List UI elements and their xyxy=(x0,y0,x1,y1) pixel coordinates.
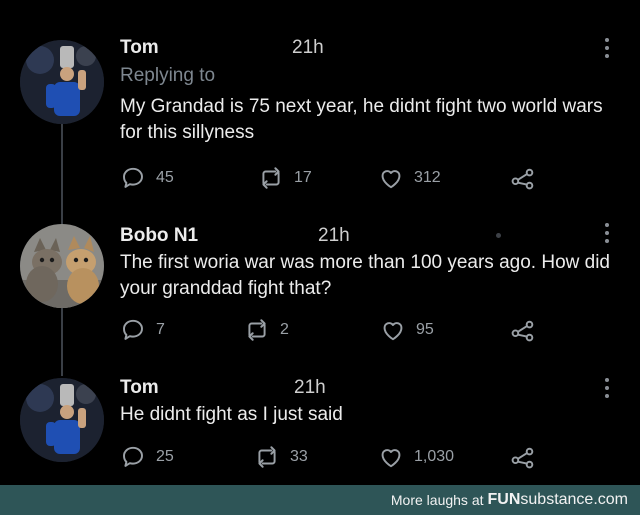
avatar-tom[interactable] xyxy=(20,40,104,124)
avatar-tom-image xyxy=(20,378,104,462)
like-count: 312 xyxy=(414,169,441,186)
retweet-button[interactable]: 2 xyxy=(244,317,289,343)
reply-button[interactable]: 45 xyxy=(120,165,174,191)
tweet[interactable]: Bobo N1 21h The first woria war was more… xyxy=(0,200,640,360)
retweet-count: 17 xyxy=(294,169,312,186)
like-button[interactable]: 95 xyxy=(380,317,434,343)
watermark-footer: More laughs at FUNsubstance.com xyxy=(0,485,640,515)
like-button[interactable]: 312 xyxy=(378,165,441,191)
timestamp: 21h xyxy=(292,37,324,58)
more-options-icon[interactable] xyxy=(605,223,609,243)
retweet-button[interactable]: 17 xyxy=(258,165,312,191)
tweet-text: The first woria war was more than 100 ye… xyxy=(120,252,610,299)
like-icon xyxy=(381,170,401,189)
author-name[interactable]: Tom xyxy=(120,377,159,399)
reply-count: 25 xyxy=(156,448,174,465)
timestamp: 21h xyxy=(318,225,350,246)
share-icon xyxy=(511,320,534,342)
footer-prefix: More laughs at xyxy=(390,492,484,508)
author-name[interactable]: Tom xyxy=(120,37,159,59)
retweet-icon xyxy=(248,319,266,341)
tweet-text: My Grandad is 75 next year, he didnt fig… xyxy=(120,96,603,143)
retweet-count: 33 xyxy=(290,448,308,465)
reply-icon xyxy=(123,319,143,340)
retweet-count: 2 xyxy=(280,321,289,338)
more-options-icon[interactable] xyxy=(605,378,609,398)
footer-brand-rest: substance.com xyxy=(520,491,628,508)
like-icon xyxy=(383,322,403,341)
author-name[interactable]: Bobo N1 xyxy=(120,225,198,247)
like-count: 95 xyxy=(416,321,434,338)
retweet-icon xyxy=(262,167,280,189)
reply-icon xyxy=(123,446,143,467)
footer-brand-fun: FUN xyxy=(487,491,521,508)
avatar-bobo-image xyxy=(20,224,104,308)
share-button[interactable] xyxy=(510,444,536,470)
like-count: 1,030 xyxy=(414,448,455,465)
footer-brand: FUNsubstance.com xyxy=(488,491,629,509)
reply-button[interactable]: 7 xyxy=(120,317,165,343)
retweet-icon xyxy=(258,446,276,468)
avatar-tom[interactable] xyxy=(20,378,104,462)
reply-count: 7 xyxy=(156,321,165,338)
reply-icon xyxy=(123,167,143,188)
like-button[interactable]: 1,030 xyxy=(378,444,454,470)
share-button[interactable] xyxy=(510,165,536,191)
like-icon xyxy=(381,449,401,468)
avatar-bobo[interactable] xyxy=(20,224,104,308)
replying-to-label: Replying to xyxy=(120,65,216,86)
reply-button[interactable]: 25 xyxy=(120,444,174,470)
tweet-text: He didnt fight as I just said xyxy=(120,404,343,425)
more-options-icon[interactable] xyxy=(605,38,609,58)
share-icon xyxy=(511,168,534,190)
reply-count: 45 xyxy=(156,169,174,186)
retweet-button[interactable]: 33 xyxy=(254,444,308,470)
share-icon xyxy=(511,447,534,469)
share-button[interactable] xyxy=(510,317,536,343)
timestamp: 21h xyxy=(294,377,326,398)
tweet[interactable]: Tom 21h He didnt fight as I just said 25… xyxy=(0,360,640,485)
avatar-tom-image xyxy=(20,40,104,124)
tweet[interactable]: Tom 21h Replying to My Grandad is 75 nex… xyxy=(0,0,640,200)
status-dot xyxy=(496,233,501,238)
